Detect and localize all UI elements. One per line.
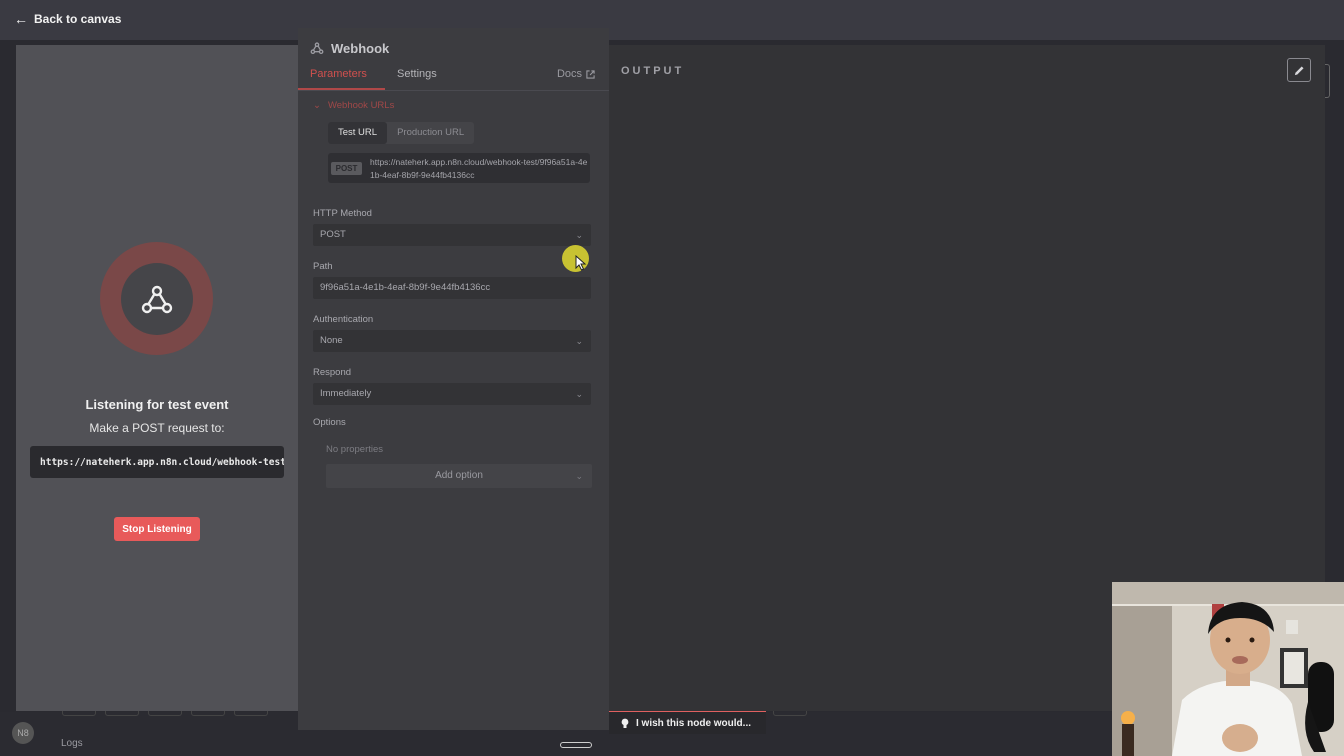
- path-label: Path: [313, 261, 333, 272]
- chevron-down-icon: ⌄: [575, 336, 583, 346]
- authentication-value: None: [320, 335, 343, 346]
- production-url-tab[interactable]: Production URL: [387, 122, 474, 144]
- chevron-down-icon: ⌄: [313, 100, 321, 111]
- output-title: OUTPUT: [621, 65, 685, 77]
- lightbulb-icon: [621, 718, 629, 728]
- tab-settings[interactable]: Settings: [397, 68, 437, 80]
- node-title[interactable]: Webhook: [331, 41, 389, 56]
- docs-label: Docs: [556, 68, 582, 80]
- feedback-button[interactable]: I wish this node would...: [609, 712, 766, 734]
- tabs-divider: [298, 90, 609, 91]
- test-url-copy-box[interactable]: https://nateherk.app.n8n.cloud/webhook-t…: [30, 446, 284, 478]
- presenter-video-image: [1112, 582, 1344, 756]
- node-tabs: Parameters Settings Docs: [298, 68, 609, 91]
- edit-output-button[interactable]: [1287, 58, 1311, 82]
- pencil-icon: [1294, 65, 1304, 75]
- url-type-switch: Test URL Production URL: [328, 122, 475, 144]
- http-method-value: POST: [320, 229, 346, 240]
- stop-listening-button[interactable]: Stop Listening: [114, 517, 200, 541]
- method-badge: POST: [331, 162, 362, 175]
- logs-toggle[interactable]: Logs: [61, 738, 83, 749]
- webhook-url-display[interactable]: POST https://nateherk.app.n8n.cloud/webh…: [328, 153, 590, 183]
- arrow-left-icon: ←: [14, 11, 28, 27]
- top-bar: ← Back to canvas: [0, 0, 1344, 40]
- node-parameters-panel: Webhook Parameters Settings Docs ⌄ Webho…: [298, 28, 609, 730]
- panel-edge-handle[interactable]: [1325, 64, 1330, 98]
- webcam-overlay: [1112, 582, 1344, 756]
- avatar[interactable]: N8: [12, 722, 34, 744]
- webhook-urls-label: Webhook URLs: [327, 100, 395, 111]
- docs-link[interactable]: Docs: [557, 68, 595, 80]
- feedback-label: I wish this node would...: [636, 717, 751, 729]
- respond-label: Respond: [313, 367, 352, 378]
- resize-handle[interactable]: [560, 742, 592, 748]
- webhook-url-text[interactable]: https://nateherk.app.n8n.cloud/webhook-t…: [370, 156, 588, 182]
- http-method-select[interactable]: POST ⌄: [313, 224, 591, 246]
- listening-title: Listening for test event: [85, 397, 229, 412]
- path-input[interactable]: 9f96a51a-4e1b-4eaf-8b9f-9e44fb4136cc: [313, 277, 591, 299]
- no-properties-text: No properties: [326, 444, 384, 455]
- respond-select[interactable]: Immediately ⌄: [313, 383, 591, 405]
- external-link-icon: [586, 69, 595, 79]
- tab-parameters[interactable]: Parameters: [310, 68, 367, 80]
- authentication-select[interactable]: None ⌄: [313, 330, 591, 352]
- add-option-label: Add option: [435, 470, 483, 481]
- http-method-label: HTTP Method: [313, 208, 372, 219]
- webhook-icon: [310, 42, 324, 55]
- mouse-cursor-icon: [575, 255, 587, 271]
- node-header: Webhook: [298, 28, 609, 68]
- test-url-tab[interactable]: Test URL: [328, 122, 388, 144]
- back-to-canvas-link[interactable]: ← Back to canvas: [14, 10, 121, 28]
- listening-indicator: [100, 242, 213, 355]
- input-panel: Listening for test event Make a POST req…: [16, 45, 298, 711]
- chevron-down-icon: ⌄: [575, 389, 583, 399]
- listening-indicator-inner: [120, 262, 193, 335]
- respond-value: Immediately: [320, 388, 372, 399]
- chevron-down-icon: ⌄: [575, 471, 583, 481]
- add-option-button[interactable]: Add option ⌄: [326, 464, 592, 488]
- webhook-urls-toggle[interactable]: ⌄ Webhook URLs: [313, 100, 394, 111]
- path-value: 9f96a51a-4e1b-4eaf-8b9f-9e44fb4136cc: [320, 282, 491, 293]
- back-to-canvas-label: Back to canvas: [34, 12, 122, 26]
- options-label: Options: [313, 417, 346, 428]
- listening-subtitle: Make a POST request to:: [89, 421, 225, 435]
- webhook-icon: [141, 285, 172, 313]
- authentication-label: Authentication: [313, 314, 374, 325]
- chevron-down-icon: ⌄: [575, 230, 583, 240]
